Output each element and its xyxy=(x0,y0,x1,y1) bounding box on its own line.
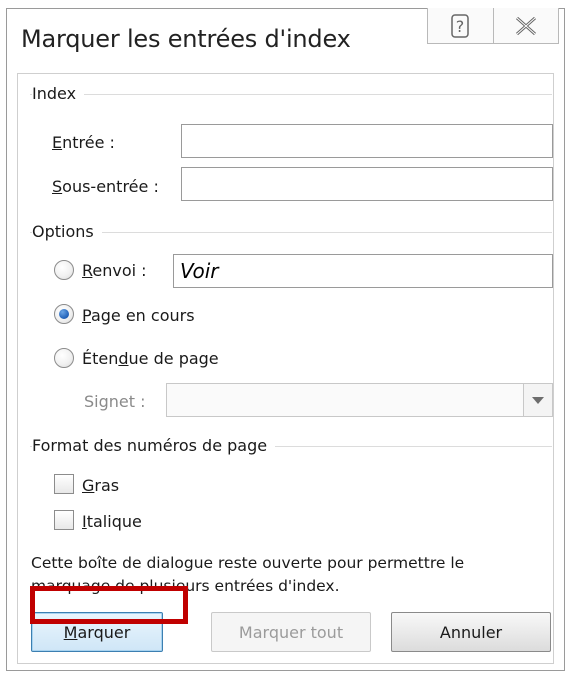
renvoi-input[interactable] xyxy=(173,254,553,288)
entry-label-accel: E xyxy=(52,133,63,152)
etendue-label-rest: ue de page xyxy=(128,349,219,368)
index-entry-dialog: Marquer les entrées d'index ? Index Entr… xyxy=(6,8,565,671)
signet-label: Signet : xyxy=(84,392,146,411)
renvoi-label-accel: R xyxy=(82,261,93,280)
title-bar-buttons: ? xyxy=(427,8,559,44)
gras-label-accel: G xyxy=(82,476,95,495)
etendue-label-pre: Éten xyxy=(82,349,119,368)
format-section-label: Format des numéros de page xyxy=(32,436,276,455)
renvoi-label-text: envoi : xyxy=(92,261,147,280)
annuler-button[interactable]: Annuler xyxy=(391,612,551,652)
close-button[interactable] xyxy=(492,8,559,43)
etendue-label[interactable]: Étendue de page xyxy=(82,349,219,368)
etendue-radio[interactable] xyxy=(54,348,74,368)
dialog-title: Marquer les entrées d'index xyxy=(21,25,351,53)
help-icon: ? xyxy=(451,13,469,38)
subentry-label: Sous-entrée : xyxy=(52,177,159,196)
etendue-label-accel: d xyxy=(118,349,129,368)
entry-input[interactable] xyxy=(181,124,553,158)
help-button[interactable]: ? xyxy=(428,8,493,43)
subentry-label-accel: S xyxy=(52,177,63,196)
italique-label[interactable]: Italique xyxy=(82,512,142,531)
renvoi-label[interactable]: Renvoi : xyxy=(82,261,147,280)
page-en-cours-accel: P xyxy=(82,306,91,325)
index-section-label: Index xyxy=(32,84,85,103)
gras-label[interactable]: Gras xyxy=(82,476,119,495)
marquer-text: arquer xyxy=(77,622,131,642)
close-icon xyxy=(515,16,536,35)
page-en-cours-radio[interactable] xyxy=(54,304,74,324)
subentry-input[interactable] xyxy=(181,167,553,201)
entry-label: Entrée : xyxy=(52,133,115,152)
highlight-box xyxy=(30,586,188,624)
marquer-accel: M xyxy=(63,622,78,642)
entry-label-text: ntrée : xyxy=(62,133,115,152)
chevron-down-icon[interactable] xyxy=(523,384,552,416)
subentry-label-text: ous-entrée : xyxy=(62,177,159,196)
info-note-line1: Cette boîte de dialogue reste ouverte po… xyxy=(31,554,465,572)
page-en-cours-text: age en cours xyxy=(90,306,195,325)
options-section-label: Options xyxy=(32,222,102,241)
marquer-tout-button[interactable]: Marquer tout xyxy=(211,612,371,652)
page-en-cours-label[interactable]: Page en cours xyxy=(82,306,195,325)
italique-label-text: talique xyxy=(86,512,142,531)
index-section-divider xyxy=(30,94,552,95)
options-section-divider xyxy=(30,232,552,233)
renvoi-radio[interactable] xyxy=(54,260,74,280)
gras-label-text: ras xyxy=(94,476,120,495)
italique-checkbox[interactable] xyxy=(54,510,74,530)
signet-dropdown[interactable] xyxy=(166,383,553,417)
svg-text:?: ? xyxy=(456,17,465,36)
gras-checkbox[interactable] xyxy=(54,474,74,494)
